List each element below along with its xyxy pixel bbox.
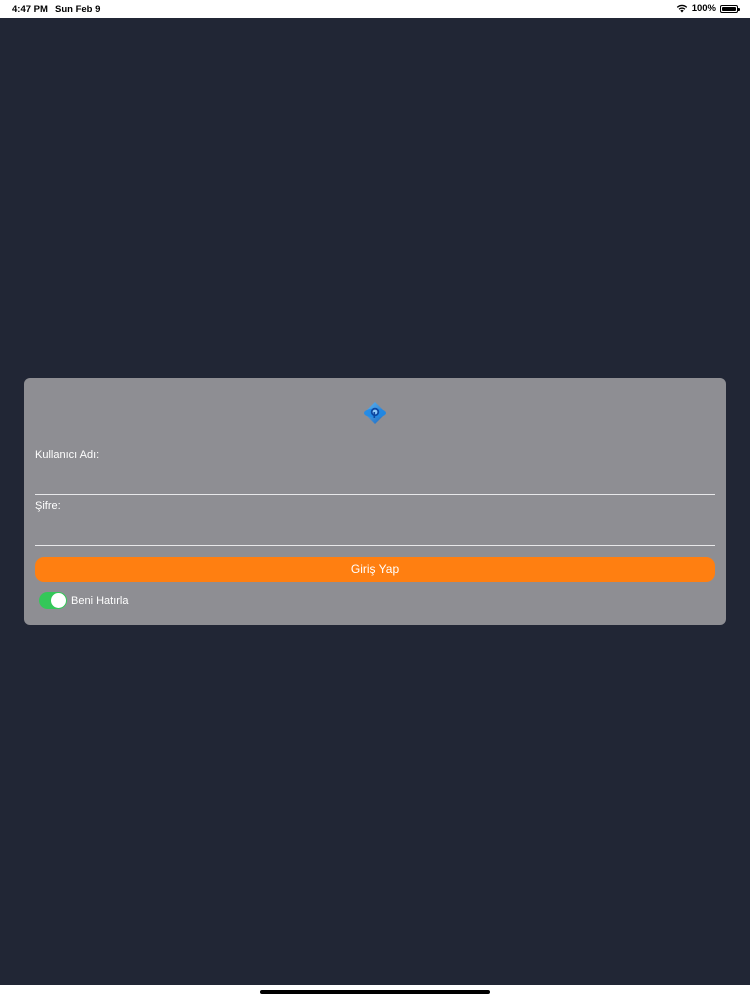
status-bar: 4:47 PM Sun Feb 9 100%	[0, 0, 750, 18]
status-date: Sun Feb 9	[55, 4, 101, 15]
remember-me-row: Beni Hatırla	[39, 592, 128, 609]
battery-icon	[720, 4, 740, 13]
password-label: Şifre:	[35, 500, 61, 512]
status-time: 4:47 PM	[12, 4, 48, 15]
password-input[interactable]	[35, 523, 715, 546]
username-input[interactable]	[35, 472, 715, 495]
username-label: Kullanıcı Adı:	[35, 449, 100, 461]
remember-me-toggle[interactable]	[39, 592, 67, 609]
home-indicator-area	[0, 985, 750, 1000]
home-indicator[interactable]	[260, 990, 490, 994]
battery-percentage: 100%	[691, 3, 716, 14]
app-logo-icon	[364, 402, 386, 424]
login-button[interactable]: Giriş Yap	[35, 557, 715, 582]
login-card: Kullanıcı Adı: Şifre: Giriş Yap Beni Hat…	[24, 378, 726, 625]
wifi-icon	[676, 4, 687, 13]
toggle-knob	[51, 593, 66, 608]
remember-me-label: Beni Hatırla	[71, 594, 129, 607]
status-indicators: 100%	[676, 3, 740, 14]
app-screen: Kullanıcı Adı: Şifre: Giriş Yap Beni Hat…	[0, 18, 750, 985]
